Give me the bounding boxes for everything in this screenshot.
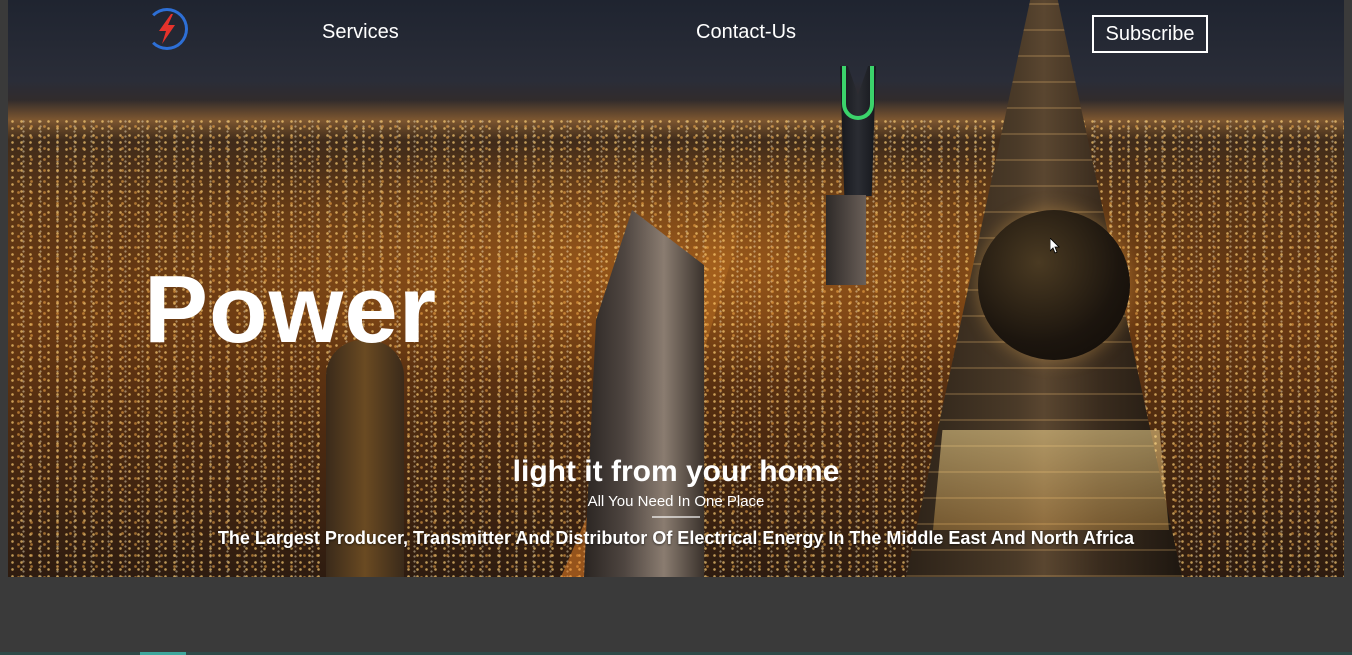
hero-subtagline: All You Need In One Place [587, 493, 765, 510]
lightning-bolt-icon [159, 14, 175, 44]
hero-description: The Largest Producer, Transmitter And Di… [217, 528, 1135, 548]
nav-link-contact-us[interactable]: Contact-Us [696, 21, 796, 44]
mouse-cursor-icon [1050, 238, 1060, 254]
top-navigation: Services Contact-Us Subscribe [0, 0, 1352, 66]
divider [652, 516, 700, 518]
lightning-bolt-logo-icon[interactable] [146, 8, 188, 50]
faisaliah-globe-image [978, 210, 1130, 360]
hero-title: Power [144, 256, 438, 363]
kingdom-tower-arch-image [842, 66, 874, 120]
nav-link-services[interactable]: Services [322, 21, 399, 44]
building-image [826, 195, 866, 285]
subscribe-button[interactable]: Subscribe [1092, 15, 1208, 53]
hero-tagline: light it from your home [512, 455, 840, 488]
